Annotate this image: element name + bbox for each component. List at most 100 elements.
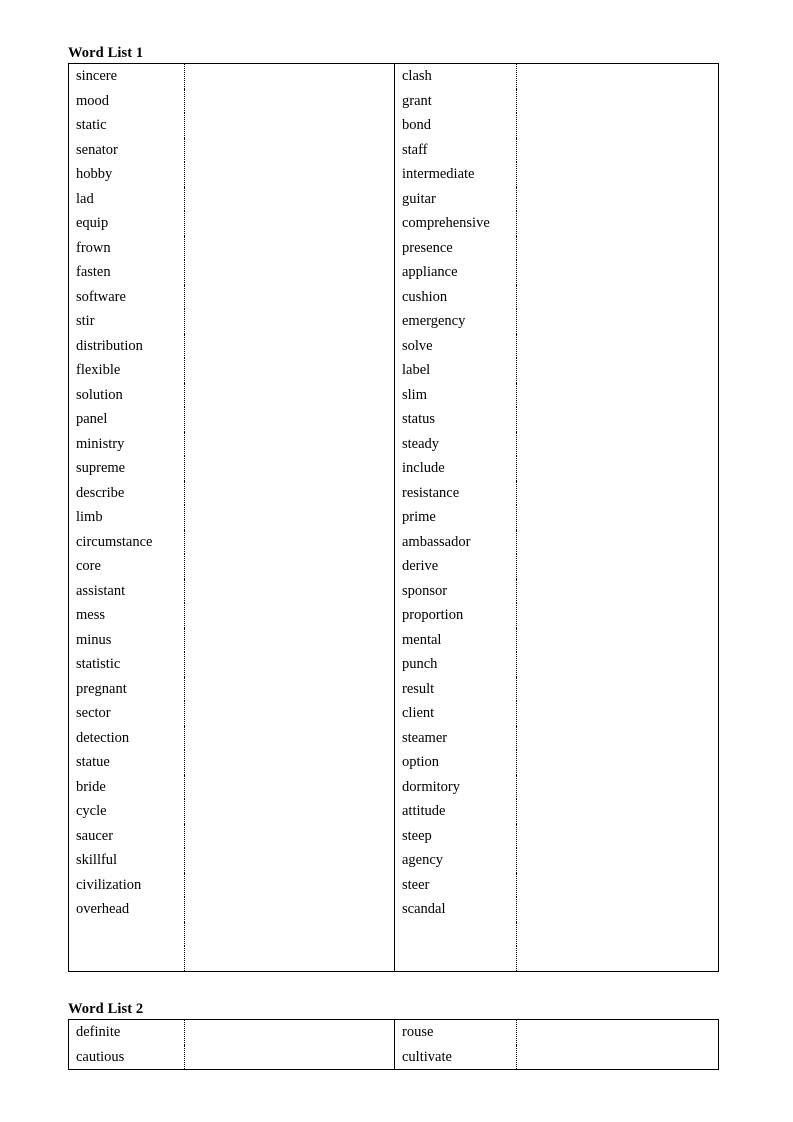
blank-cell-right[interactable]	[517, 64, 719, 89]
blank-cell-left[interactable]	[184, 260, 395, 285]
blank-cell-right[interactable]	[517, 897, 719, 922]
word-row: sector client	[68, 701, 719, 726]
blank-cell-left[interactable]	[184, 333, 395, 358]
blank-cell-right[interactable]	[517, 775, 719, 800]
word-cell: static	[68, 113, 185, 138]
blank-cell-left[interactable]	[184, 897, 395, 922]
blank-cell-left[interactable]	[184, 113, 395, 138]
blank-cell-right[interactable]	[517, 1045, 719, 1070]
blank-cell-left[interactable]	[184, 603, 395, 628]
blank-cell-left[interactable]	[184, 823, 395, 848]
blank-cell-left[interactable]	[184, 799, 395, 824]
blank-cell-left[interactable]	[184, 407, 395, 432]
blank-cell-left[interactable]	[184, 480, 395, 505]
blank-cell-right[interactable]	[517, 89, 719, 114]
blank-cell-left[interactable]	[184, 358, 395, 383]
blank-cell-left[interactable]	[184, 431, 395, 456]
blank-cell-right[interactable]	[517, 554, 719, 579]
blank-cell-left[interactable]	[184, 872, 395, 897]
word-row	[68, 921, 719, 947]
blank-cell-left[interactable]	[184, 946, 395, 971]
blank-cell-right[interactable]	[517, 799, 719, 824]
blank-cell-left[interactable]	[184, 1044, 395, 1070]
blank-cell-left[interactable]	[184, 382, 395, 407]
blank-cell-right[interactable]	[517, 946, 719, 971]
blank-cell-right[interactable]	[517, 456, 719, 481]
word-row: definite rouse	[68, 1019, 719, 1045]
blank-cell-right[interactable]	[517, 505, 719, 530]
blank-cell-right[interactable]	[517, 873, 719, 898]
blank-cell-left[interactable]	[184, 578, 395, 603]
blank-cell-right[interactable]	[517, 750, 719, 775]
word-cell: minus	[68, 627, 185, 652]
blank-cell-right[interactable]	[517, 677, 719, 702]
blank-cell-right[interactable]	[517, 481, 719, 506]
blank-cell-right[interactable]	[517, 652, 719, 677]
blank-cell-left[interactable]	[184, 848, 395, 873]
blank-cell-right[interactable]	[517, 162, 719, 187]
blank-cell-left[interactable]	[184, 701, 395, 726]
word-row: mess proportion	[68, 603, 719, 628]
word-cell: scandal	[394, 897, 517, 922]
word-text: definite	[76, 1024, 121, 1040]
blank-cell-right[interactable]	[517, 383, 719, 408]
blank-cell-right[interactable]	[517, 285, 719, 310]
word-row: sincere clash	[68, 63, 719, 89]
blank-cell-left[interactable]	[184, 162, 395, 187]
word-cell-empty	[68, 946, 185, 971]
blank-cell-right[interactable]	[517, 211, 719, 236]
word-text: attitude	[402, 803, 446, 819]
blank-cell-right[interactable]	[517, 922, 719, 947]
blank-cell-left[interactable]	[184, 1019, 395, 1045]
blank-cell-left[interactable]	[184, 235, 395, 260]
blank-cell-right[interactable]	[517, 579, 719, 604]
word-cell: ambassador	[394, 529, 517, 554]
blank-cell-right[interactable]	[517, 603, 719, 628]
word-text: hobby	[76, 166, 113, 182]
blank-cell-left[interactable]	[184, 284, 395, 309]
blank-cell-right[interactable]	[517, 824, 719, 849]
blank-cell-right[interactable]	[517, 309, 719, 334]
word-text: derive	[402, 558, 439, 574]
blank-cell-left[interactable]	[184, 456, 395, 481]
blank-cell-right[interactable]	[517, 432, 719, 457]
blank-cell-right[interactable]	[517, 1020, 719, 1045]
blank-cell-right[interactable]	[517, 848, 719, 873]
blank-cell-left[interactable]	[184, 921, 395, 946]
blank-cell-right[interactable]	[517, 701, 719, 726]
blank-cell-left[interactable]	[184, 774, 395, 799]
word-cell: flexible	[68, 358, 185, 383]
blank-cell-left[interactable]	[184, 627, 395, 652]
blank-cell-right[interactable]	[517, 236, 719, 261]
blank-cell-right[interactable]	[517, 628, 719, 653]
blank-cell-left[interactable]	[184, 652, 395, 677]
blank-cell-right[interactable]	[517, 138, 719, 163]
blank-cell-left[interactable]	[184, 63, 395, 89]
blank-cell-left[interactable]	[184, 137, 395, 162]
blank-cell-left[interactable]	[184, 505, 395, 530]
blank-cell-right[interactable]	[517, 334, 719, 359]
blank-cell-left[interactable]	[184, 750, 395, 775]
blank-cell-left[interactable]	[184, 309, 395, 334]
blank-cell-right[interactable]	[517, 358, 719, 383]
word-cell: frown	[68, 235, 185, 260]
blank-cell-left[interactable]	[184, 186, 395, 211]
blank-cell-right[interactable]	[517, 113, 719, 138]
word-text: core	[76, 558, 101, 574]
blank-cell-right[interactable]	[517, 530, 719, 555]
word-text: proportion	[402, 607, 464, 623]
word-text: client	[402, 705, 435, 721]
blank-cell-left[interactable]	[184, 725, 395, 750]
blank-cell-left[interactable]	[184, 211, 395, 236]
blank-cell-left[interactable]	[184, 88, 395, 113]
word-text: ministry	[76, 435, 125, 452]
word-cell: supreme	[68, 456, 185, 481]
blank-cell-left[interactable]	[184, 554, 395, 579]
blank-cell-left[interactable]	[184, 676, 395, 701]
blank-cell-right[interactable]	[517, 187, 719, 212]
word-cell: grant	[394, 88, 517, 113]
blank-cell-right[interactable]	[517, 260, 719, 285]
blank-cell-left[interactable]	[184, 529, 395, 554]
blank-cell-right[interactable]	[517, 407, 719, 432]
blank-cell-right[interactable]	[517, 726, 719, 751]
